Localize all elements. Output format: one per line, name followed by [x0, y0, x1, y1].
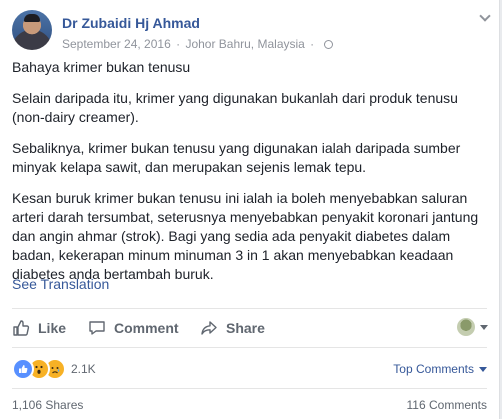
post-paragraph: Bahaya krimer bukan tenusu	[12, 59, 191, 75]
comment-button[interactable]: Comment	[88, 312, 179, 344]
comment-icon	[89, 321, 105, 335]
divider	[12, 347, 487, 348]
reactions-summary[interactable]: 2.1K	[12, 358, 96, 380]
post-paragraph: Kesan buruk krimer bukan tenusu ini iala…	[12, 190, 479, 282]
post-paragraph: Selain daripada itu, krimer yang digunak…	[12, 90, 458, 125]
like-button[interactable]: Like	[12, 312, 66, 344]
meta-separator: ·	[176, 37, 181, 51]
share-label: Share	[226, 320, 265, 336]
reaction-count[interactable]: 2.1K	[71, 362, 96, 376]
comment-sort-dropdown[interactable]: Top Comments	[393, 362, 487, 376]
like-reaction-icon	[12, 358, 34, 380]
post-date[interactable]: September 24, 2016	[62, 37, 171, 51]
comments-count[interactable]: 116 Comments	[407, 398, 487, 412]
viewer-avatar	[457, 318, 475, 336]
share-icon	[201, 321, 217, 335]
globe-icon[interactable]	[323, 40, 333, 49]
share-button[interactable]: Share	[200, 312, 265, 344]
post-header: Dr Zubaidi Hj Ahmad September 24, 2016 ·…	[12, 10, 492, 56]
thumbs-up-icon	[13, 320, 30, 336]
author-avatar[interactable]	[12, 10, 52, 50]
chevron-down-icon	[480, 324, 488, 330]
post-card: Dr Zubaidi Hj Ahmad September 24, 2016 ·…	[0, 0, 500, 419]
comment-sort-label: Top Comments	[393, 362, 474, 376]
action-bar: Like Comment Share	[12, 312, 488, 344]
shares-count[interactable]: 1,106 Shares	[12, 398, 83, 412]
post-meta: September 24, 2016 · Johor Bahru, Malays…	[62, 37, 333, 51]
see-translation-link[interactable]: See Translation	[12, 276, 109, 292]
like-label: Like	[38, 320, 67, 336]
comment-label: Comment	[114, 320, 179, 336]
chevron-down-icon[interactable]	[480, 12, 490, 22]
divider	[12, 388, 487, 389]
meta-separator-2: ·	[310, 37, 315, 51]
post-paragraph: Sebaliknya, krimer bukan tenusu yang dig…	[12, 140, 461, 175]
post-as-selector[interactable]	[457, 318, 488, 336]
post-body: Bahaya krimer bukan tenusu Selain daripa…	[12, 58, 488, 296]
divider	[12, 308, 487, 309]
author-name[interactable]: Dr Zubaidi Hj Ahmad	[62, 15, 200, 31]
post-location[interactable]: Johor Bahru, Malaysia	[185, 37, 304, 51]
chevron-down-icon	[479, 366, 487, 372]
